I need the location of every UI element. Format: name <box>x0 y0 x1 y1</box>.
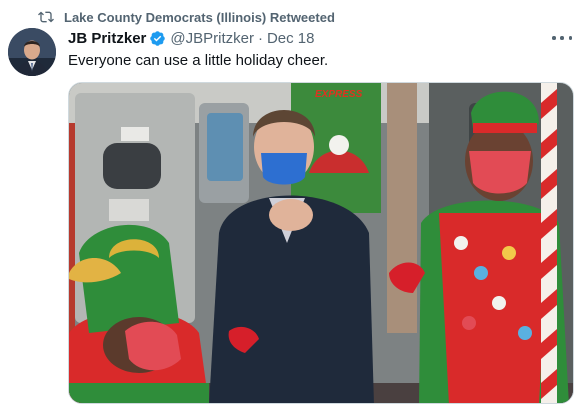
tweet-card[interactable]: Lake County Democrats (Illinois) Retweet… <box>0 0 586 413</box>
retweet-context[interactable]: Lake County Democrats (Illinois) Retweet… <box>38 8 335 26</box>
avatar[interactable] <box>8 28 56 76</box>
author-handle[interactable]: @JBPritzker <box>170 30 254 47</box>
author-name[interactable]: JB Pritzker <box>68 30 146 47</box>
more-options-icon[interactable] <box>552 30 572 46</box>
tweet-date[interactable]: Dec 18 <box>267 30 315 47</box>
more-dot <box>560 36 564 40</box>
retweet-icon <box>38 11 54 23</box>
tweet-text: Everyone can use a little holiday cheer. <box>68 52 329 69</box>
more-dot <box>568 36 572 40</box>
photo-illustration: EXPRESS <box>69 83 573 403</box>
tweet-photo[interactable]: EXPRESS <box>68 82 574 404</box>
verified-badge-icon <box>150 30 166 46</box>
tweet-header: JB Pritzker @JBPritzker · Dec 18 <box>68 28 314 48</box>
express-sign-text: EXPRESS <box>315 89 363 100</box>
retweet-label: Lake County Democrats (Illinois) Retweet… <box>64 9 335 25</box>
separator-dot: · <box>257 29 263 47</box>
more-dot <box>552 36 556 40</box>
